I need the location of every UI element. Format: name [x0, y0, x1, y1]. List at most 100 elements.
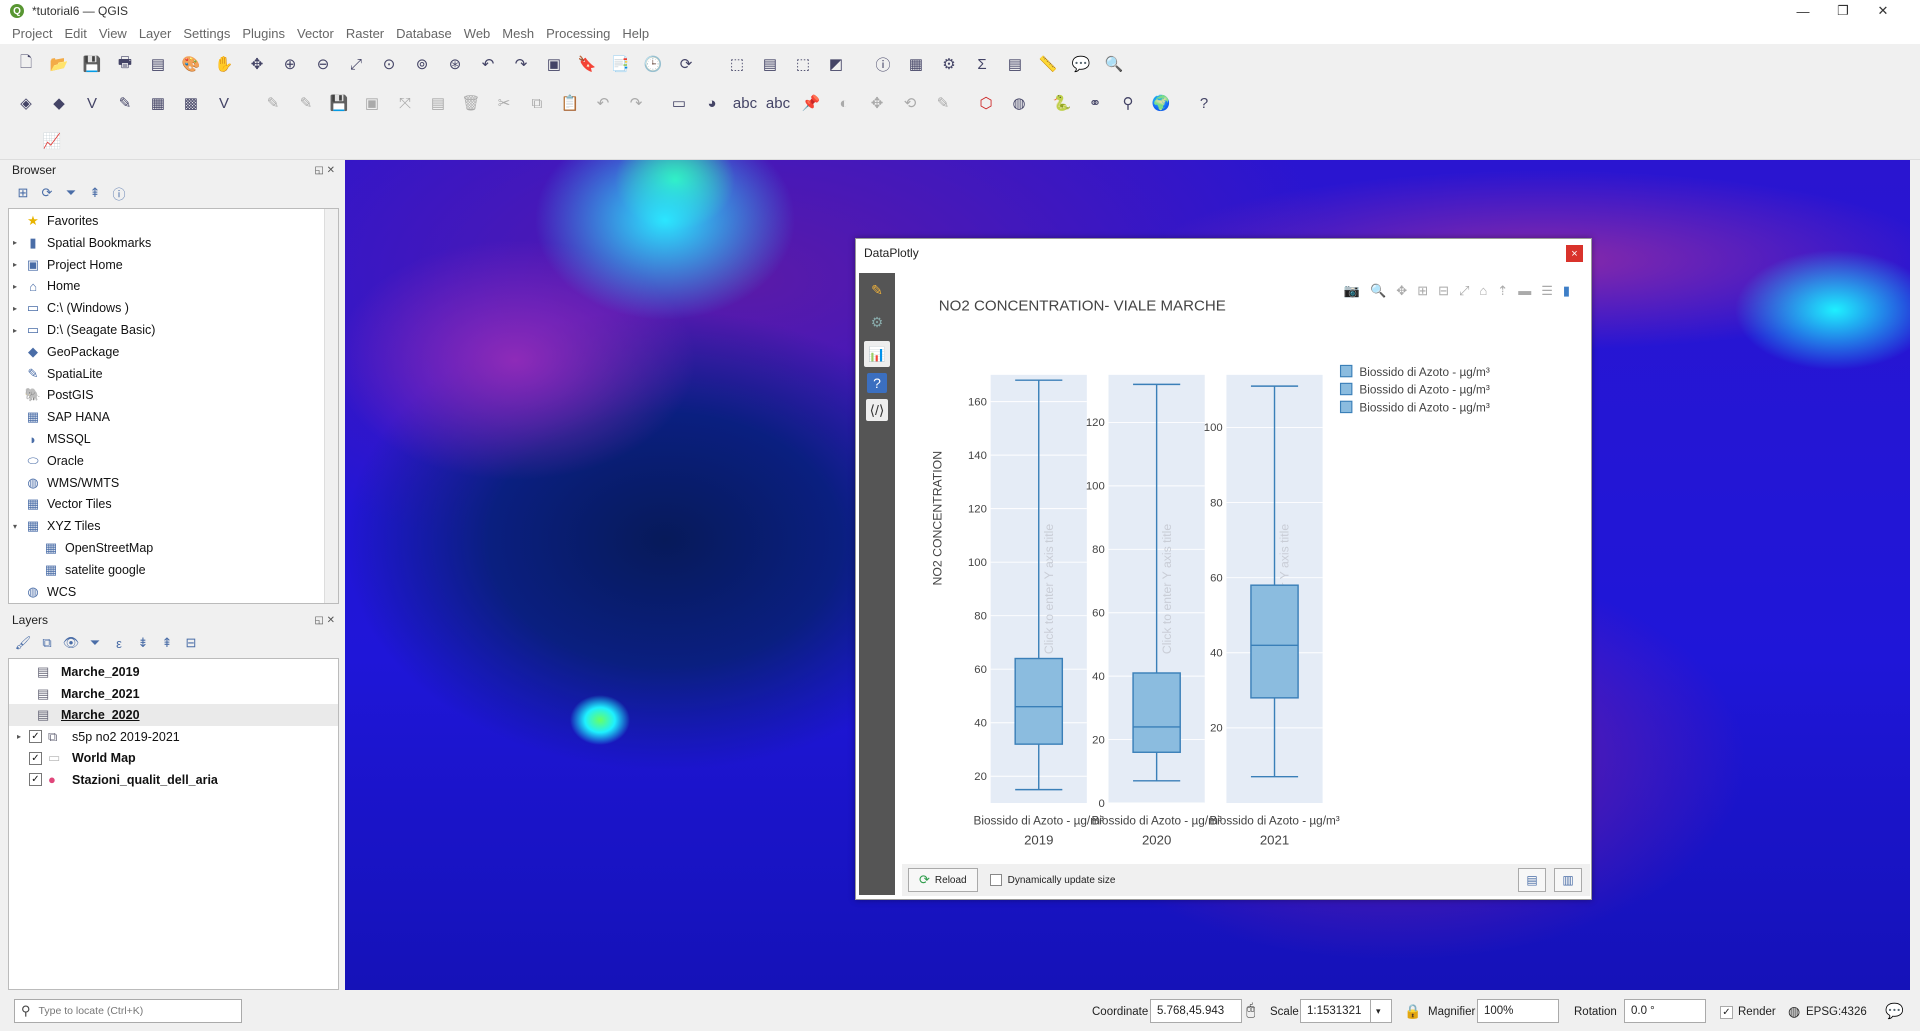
layer-item[interactable]: ▤ Marche_2021 — [9, 683, 338, 705]
deselect-icon[interactable]: ⬚ — [791, 52, 815, 76]
menu-processing[interactable]: Processing — [546, 26, 610, 41]
plugin-globe-icon[interactable]: ◍ — [1007, 91, 1031, 115]
menu-help[interactable]: Help — [622, 26, 649, 41]
magnifier-field[interactable]: 100% — [1477, 999, 1559, 1023]
delete-selected-icon[interactable]: 🗑 — [459, 91, 483, 115]
expand-arrow-icon[interactable]: ▾ — [13, 522, 25, 531]
filter-icon[interactable]: ⏷ — [62, 184, 80, 202]
zoom-last-icon[interactable]: ↶ — [476, 52, 500, 76]
browser-item[interactable]: ▾ ▦ XYZ Tiles — [9, 515, 101, 537]
crs-globe-icon[interactable]: ◍ — [1788, 1003, 1800, 1020]
browser-item[interactable]: ▸ ▮ Spatial Bookmarks — [9, 232, 151, 254]
python-console-icon[interactable]: 🐍 — [1050, 91, 1074, 115]
diagram-icon[interactable]: ◕ — [700, 91, 724, 115]
copy-icon[interactable]: ⧉ — [525, 91, 549, 115]
plugin-binoculars-icon[interactable]: ⚲ — [1116, 91, 1140, 115]
new-bookmark-icon[interactable]: 🔖 — [575, 52, 599, 76]
temporal-controller-icon[interactable]: 🕒 — [641, 52, 665, 76]
zoom-next-icon[interactable]: ↷ — [509, 52, 533, 76]
browser-item[interactable]: ✎ SpatiaLite — [9, 363, 103, 385]
browser-item[interactable]: ▸ ⌂ Home — [9, 275, 80, 297]
zoom-selection-icon[interactable]: ⊙ — [377, 52, 401, 76]
expand-all-icon[interactable]: ⇟ — [134, 634, 152, 652]
print-layout-icon[interactable]: 🖶 — [113, 52, 137, 76]
add-vector-icon[interactable]: V — [80, 91, 104, 115]
plugin-earth-icon[interactable]: 🌍 — [1149, 91, 1173, 115]
panel-controls-icon[interactable]: ◱ ✕ — [314, 165, 335, 176]
layer-item[interactable]: ▤ Marche_2019 — [9, 661, 338, 683]
pin-label-icon[interactable]: 📌 — [799, 91, 823, 115]
menu-project[interactable]: Project — [12, 26, 52, 41]
properties-info-icon[interactable]: ⓘ — [110, 184, 128, 202]
attribute-table-icon[interactable]: ▦ — [904, 52, 928, 76]
collapse-all-icon[interactable]: ⇞ — [86, 184, 104, 202]
dialog-close-button[interactable]: × — [1566, 245, 1583, 262]
add-virtual-layer-icon[interactable]: V — [212, 91, 236, 115]
reload-button[interactable]: ⟳ Reload — [908, 868, 978, 892]
raw-plot-icon[interactable]: ⟨/⟩ — [866, 399, 888, 421]
locator-search[interactable]: ⚲ Type to locate (Ctrl+K) — [14, 999, 242, 1023]
zoom-native-icon[interactable]: ⊛ — [443, 52, 467, 76]
layer-item[interactable]: ▤ Marche_2020 — [9, 704, 338, 726]
plotly-logo-icon[interactable]: ▮ — [1563, 283, 1570, 299]
new-geopackage-icon[interactable]: ◆ — [47, 91, 71, 115]
browser-item[interactable]: ◆ GeoPackage — [9, 341, 119, 363]
show-hide-label-icon[interactable]: ◐ — [832, 91, 856, 115]
menu-vector[interactable]: Vector — [297, 26, 334, 41]
add-selected-icon[interactable]: ⊞ — [14, 184, 32, 202]
layer-styling-icon[interactable]: 🖌 — [14, 634, 32, 652]
expand-arrow-icon[interactable]: ▸ — [17, 732, 29, 741]
menu-raster[interactable]: Raster — [346, 26, 384, 41]
layer-item[interactable]: ✓ ▭ World Map — [9, 747, 338, 769]
help-icon[interactable]: ? — [867, 373, 887, 393]
export-plot-icon[interactable]: ▥ — [1554, 868, 1582, 892]
redo-icon[interactable]: ↷ — [624, 91, 648, 115]
map-tips-icon[interactable]: 💬 — [1069, 52, 1093, 76]
browser-item[interactable]: 🐘 PostGIS — [9, 384, 94, 406]
collapse-all-icon[interactable]: ⇞ — [158, 634, 176, 652]
add-raster-icon[interactable]: ▦ — [146, 91, 170, 115]
coordinate-field[interactable]: 5.768,45.943 — [1150, 999, 1242, 1023]
browser-item[interactable]: ◍ WCS — [9, 581, 76, 603]
minimize-icon[interactable]: — — [1783, 0, 1823, 22]
layer-item[interactable]: ✓ ● Stazioni_qualit_dell_aria — [9, 769, 338, 791]
close-icon[interactable]: ✕ — [1863, 0, 1903, 22]
browser-item[interactable]: ◗ MSSQL — [9, 428, 91, 450]
open-project-icon[interactable]: 📂 — [47, 52, 71, 76]
hover-compare-icon[interactable]: ☰ — [1541, 283, 1553, 299]
identify-icon[interactable]: ⓘ — [871, 52, 895, 76]
cut-icon[interactable]: ✂ — [492, 91, 516, 115]
expand-arrow-icon[interactable]: ▸ — [13, 238, 25, 247]
select-location-icon[interactable]: ◩ — [824, 52, 848, 76]
menu-mesh[interactable]: Mesh — [502, 26, 534, 41]
camera-icon[interactable]: 📷 — [1344, 283, 1360, 299]
vertex-tool-icon[interactable]: ⤧ — [393, 91, 417, 115]
layer-visibility-checkbox[interactable]: ✓ — [29, 773, 42, 786]
select-features-icon[interactable]: ⬚ — [725, 52, 749, 76]
dataplotly-icon[interactable]: 📈 — [40, 129, 64, 153]
pan-icon[interactable]: ✥ — [1396, 283, 1407, 299]
save-edits-icon[interactable]: 💾 — [327, 91, 351, 115]
layer-visibility-checkbox[interactable]: ✓ — [29, 751, 42, 765]
zoom-full-icon[interactable]: ⤢ — [344, 52, 368, 76]
scale-dropdown-icon[interactable]: ▾ — [1370, 999, 1392, 1023]
menu-web[interactable]: Web — [464, 26, 491, 41]
hover-closest-icon[interactable]: ▬ — [1518, 283, 1531, 299]
select-by-value-icon[interactable]: ▤ — [758, 52, 782, 76]
show-bookmarks-icon[interactable]: 📑 — [608, 52, 632, 76]
zoom-out-plot-icon[interactable]: ⊟ — [1438, 283, 1449, 299]
zoom-in-icon[interactable]: ⊕ — [278, 52, 302, 76]
rotation-field[interactable]: 0.0 ° — [1624, 999, 1706, 1023]
reset-axes-icon[interactable]: ⌂ — [1479, 283, 1487, 299]
refresh-icon[interactable]: ⟳ — [674, 52, 698, 76]
plot-canvas-icon[interactable]: 📊 — [864, 341, 890, 367]
filter-legend-icon[interactable]: ⏷ — [86, 634, 104, 652]
browser-item[interactable]: ▸ ▣ Project Home — [9, 254, 123, 276]
browser-item[interactable]: ▦ satelite google — [9, 559, 146, 581]
crs-label[interactable]: EPSG:4326 — [1806, 1006, 1867, 1018]
add-feature-icon[interactable]: ▣ — [360, 91, 384, 115]
zoom-icon[interactable]: 🔍 — [1370, 283, 1386, 299]
statistics-sigma-icon[interactable]: Σ — [970, 52, 994, 76]
plugin-hexagon-icon[interactable]: ⬡ — [974, 91, 998, 115]
render-checkbox[interactable]: ✓ — [1720, 1006, 1733, 1019]
